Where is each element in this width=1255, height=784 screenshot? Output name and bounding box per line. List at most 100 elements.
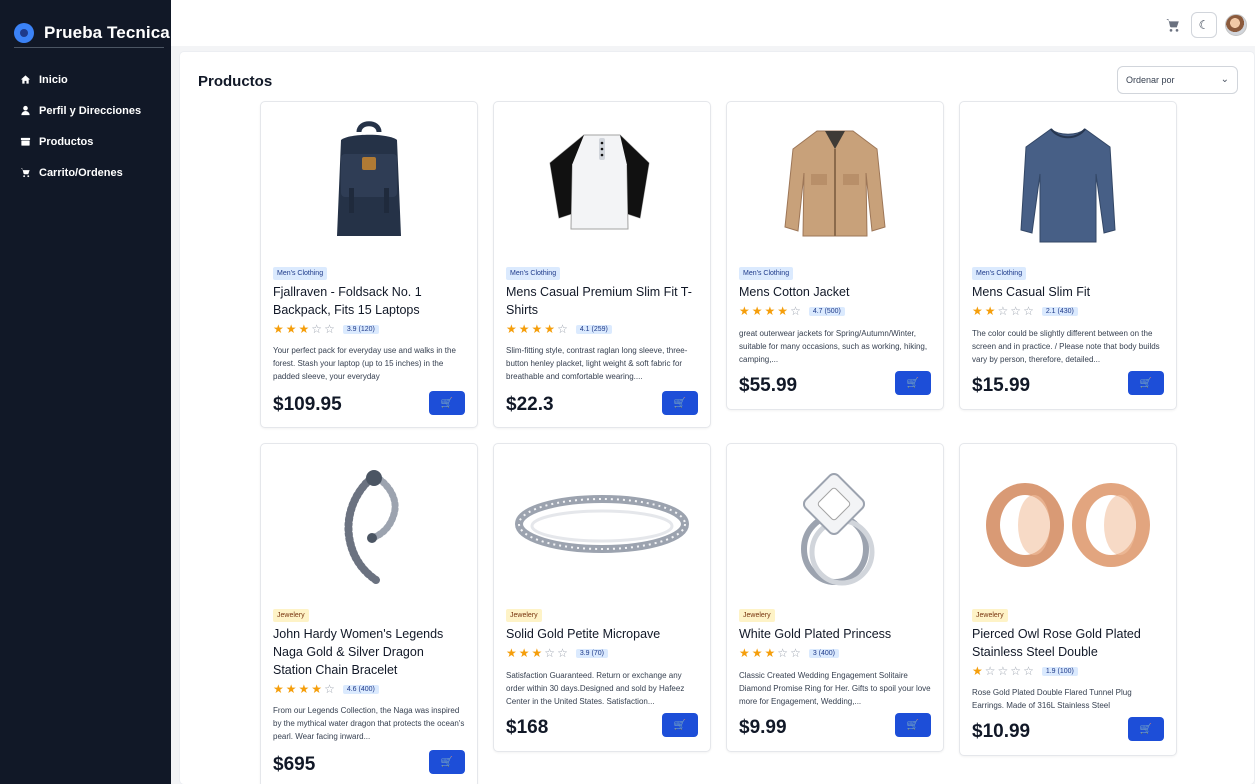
product-price: $10.99 bbox=[972, 721, 1031, 742]
theme-toggle-button[interactable]: ☾ bbox=[1191, 12, 1217, 38]
sidebar-item-inicio[interactable]: Inicio bbox=[0, 64, 171, 95]
sort-dropdown[interactable]: Ordenar por ⌄ bbox=[1117, 66, 1238, 94]
topbar: ☾ bbox=[171, 0, 1255, 46]
cart-icon: 🛒 bbox=[906, 719, 920, 731]
rating: ★ ★ ★ ☆ ☆ 3.9 (120) bbox=[273, 323, 379, 335]
product-image-longsleeve[interactable] bbox=[960, 102, 1176, 262]
product-description: great outerwear jackets for Spring/Autum… bbox=[739, 329, 928, 364]
product-card[interactable]: Jewelery White Gold Plated Princess ★ ★ ★ ☆… bbox=[726, 443, 944, 752]
product-title: Fjallraven - Foldsack No. 1 Backpack, Fi… bbox=[273, 285, 422, 317]
sidebar-item-label: Perfil y Direcciones bbox=[39, 104, 142, 117]
add-to-cart-button[interactable]: 🛒 bbox=[662, 391, 698, 415]
category-badge: Men's Clothing bbox=[506, 267, 561, 280]
avatar[interactable] bbox=[1225, 14, 1247, 36]
product-title: Solid Gold Petite Micropave bbox=[506, 627, 661, 641]
rating: ★ ★ ☆ ☆ ☆ 2.1 (430) bbox=[972, 305, 1078, 317]
sidebar-item-productos[interactable]: Productos bbox=[0, 126, 171, 157]
product-card[interactable]: Men's Clothing Fjallraven - Foldsack No.… bbox=[260, 101, 478, 428]
cart-icon: 🛒 bbox=[673, 397, 687, 409]
rating-badge: 3.9 (120) bbox=[342, 324, 379, 334]
sidebar-item-label: Inicio bbox=[39, 73, 68, 86]
sidebar-item-label: Carrito/Ordenes bbox=[39, 166, 123, 179]
product-description: Rose Gold Plated Double Flared Tunnel Pl… bbox=[972, 688, 1132, 710]
product-image-bracelet[interactable] bbox=[261, 444, 477, 604]
product-price: $22.3 bbox=[506, 394, 554, 415]
category-badge: Men's Clothing bbox=[972, 267, 1027, 280]
product-image-princess-ring[interactable] bbox=[727, 444, 943, 604]
star-rating-icon: ★ ★ ★ ★ ☆ bbox=[273, 682, 335, 696]
product-card[interactable]: Men's Clothing Mens Casual Slim Fit ★ ★ ☆ ☆… bbox=[959, 101, 1177, 410]
product-description: Satisfaction Guaranteed. Return or excha… bbox=[506, 671, 685, 706]
sidebar-item-label: Productos bbox=[39, 135, 94, 148]
product-title: Mens Cotton Jacket bbox=[739, 285, 850, 299]
category-badge: Jewelery bbox=[506, 609, 542, 622]
rating: ★ ★ ★ ☆ ☆ 3.9 (70) bbox=[506, 647, 608, 659]
product-image-micropave-ring[interactable] bbox=[494, 444, 710, 604]
rating-badge: 4.7 (500) bbox=[808, 306, 845, 316]
product-image-jacket[interactable] bbox=[727, 102, 943, 262]
rating-badge: 2.1 (430) bbox=[1041, 306, 1078, 316]
product-description: Classic Created Wedding Engagement Solit… bbox=[739, 671, 931, 706]
product-price: $55.99 bbox=[739, 375, 798, 396]
sidebar-divider bbox=[14, 47, 164, 48]
user-icon bbox=[20, 105, 31, 116]
brand-title: Prueba Tecnica bbox=[44, 22, 170, 42]
rating: ★ ☆ ☆ ☆ ☆ 1.9 (100) bbox=[972, 665, 1078, 677]
sort-label: Ordenar por bbox=[1126, 75, 1175, 85]
product-image-henley[interactable] bbox=[494, 102, 710, 262]
product-card[interactable]: Jewelery Solid Gold Petite Micropave ★ ★ ★… bbox=[493, 443, 711, 752]
product-title: John Hardy Women's Legends Naga Gold & S… bbox=[273, 627, 444, 677]
product-description: The color could be slightly different be… bbox=[972, 329, 1160, 364]
product-title: Mens Casual Premium Slim Fit T-Shirts bbox=[506, 285, 692, 317]
rating: ★ ★ ★ ★ ☆ 4.6 (400) bbox=[273, 683, 379, 695]
star-rating-icon: ★ ★ ★ ☆ ☆ bbox=[739, 646, 801, 660]
rating-badge: 4.1 (259) bbox=[575, 324, 612, 334]
cart-icon: 🛒 bbox=[440, 397, 454, 409]
cart-icon: 🛒 bbox=[906, 377, 920, 389]
star-rating-icon: ★ ★ ★ ★ ☆ bbox=[739, 304, 801, 318]
product-description: From our Legends Collection, the Naga wa… bbox=[273, 706, 465, 741]
rating-badge: 1.9 (100) bbox=[1041, 666, 1078, 676]
add-to-cart-button[interactable]: 🛒 bbox=[429, 391, 465, 415]
product-card[interactable]: Men's Clothing Mens Casual Premium Slim … bbox=[493, 101, 711, 428]
sidebar-item-carrito[interactable]: Carrito/Ordenes bbox=[0, 157, 171, 188]
brand[interactable]: Prueba Tecnica bbox=[0, 0, 171, 47]
rating-badge: 3 (400) bbox=[808, 648, 840, 658]
brand-logo-icon bbox=[14, 22, 34, 43]
product-price: $168 bbox=[506, 717, 549, 738]
product-card[interactable]: Men's Clothing Mens Cotton Jacket ★ ★ ★ ★ ☆ … bbox=[726, 101, 944, 410]
chevron-down-icon: ⌄ bbox=[1220, 74, 1229, 85]
sidebar-nav: Inicio Perfil y Direcciones Productos Ca… bbox=[0, 64, 171, 188]
add-to-cart-button[interactable]: 🛒 bbox=[662, 713, 698, 737]
product-price: $109.95 bbox=[273, 394, 342, 415]
product-image-backpack[interactable] bbox=[261, 102, 477, 262]
page-title: Productos bbox=[198, 73, 273, 90]
product-card[interactable]: Jewelery John Hardy Women's Legends Naga… bbox=[260, 443, 478, 784]
add-to-cart-button[interactable]: 🛒 bbox=[1128, 371, 1164, 395]
rating: ★ ★ ★ ☆ ☆ 3 (400) bbox=[739, 646, 840, 660]
product-price: $15.99 bbox=[972, 375, 1031, 396]
cart-icon bbox=[20, 167, 31, 178]
add-to-cart-button[interactable]: 🛒 bbox=[895, 713, 931, 737]
product-image-tunnel-plugs[interactable] bbox=[960, 444, 1176, 604]
category-badge: Jewelery bbox=[273, 609, 309, 622]
product-price: $695 bbox=[273, 754, 316, 775]
rating: ★ ★ ★ ★ ☆ 4.7 (500) bbox=[739, 305, 845, 317]
add-to-cart-button[interactable]: 🛒 bbox=[895, 371, 931, 395]
products-panel: Productos Ordenar por ⌄ Men's Clothing F… bbox=[180, 52, 1254, 784]
header-cart-icon[interactable] bbox=[1163, 15, 1183, 35]
rating-badge: 3.9 (70) bbox=[575, 648, 608, 658]
product-card[interactable]: Jewelery Pierced Owl Rose Gold Plated St… bbox=[959, 443, 1177, 756]
sidebar-item-perfil[interactable]: Perfil y Direcciones bbox=[0, 95, 171, 126]
sidebar: Prueba Tecnica Inicio Perfil y Direccion… bbox=[0, 0, 171, 784]
add-to-cart-button[interactable]: 🛒 bbox=[429, 750, 465, 774]
star-rating-icon: ★ ☆ ☆ ☆ ☆ bbox=[972, 664, 1034, 678]
star-rating-icon: ★ ★ ★ ☆ ☆ bbox=[273, 322, 335, 336]
category-badge: Men's Clothing bbox=[739, 267, 794, 280]
add-to-cart-button[interactable]: 🛒 bbox=[1128, 717, 1164, 741]
moon-icon: ☾ bbox=[1198, 18, 1210, 32]
category-badge: Jewelery bbox=[972, 609, 1008, 622]
product-title: Mens Casual Slim Fit bbox=[972, 285, 1091, 299]
home-icon bbox=[20, 74, 31, 85]
cart-icon: 🛒 bbox=[1139, 723, 1153, 735]
